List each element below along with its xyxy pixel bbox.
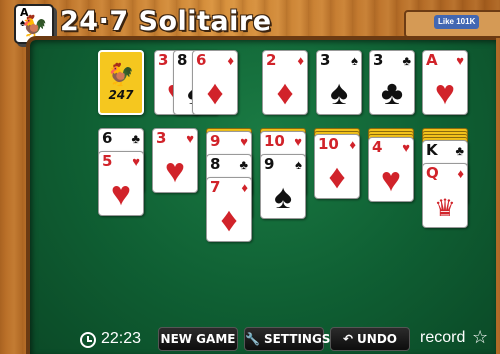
facebook-like-button[interactable]: Like 101K bbox=[434, 15, 480, 29]
card-suit-icon: ♠ bbox=[295, 157, 302, 172]
undo-label: UNDO bbox=[357, 332, 397, 346]
card-rank: 10 bbox=[264, 132, 285, 150]
card-center-suit-icon: ♠ bbox=[329, 74, 349, 112]
stock-logo-text: 247 bbox=[108, 88, 134, 102]
card-suit-icon: ♥ bbox=[240, 134, 248, 149]
card-center-suit-icon: ♥ bbox=[434, 74, 456, 112]
wrench-icon: 🔧 bbox=[245, 332, 260, 346]
tableau-card[interactable]: 3 ♥ ♥ bbox=[152, 128, 198, 193]
card-rank: 6 bbox=[102, 129, 113, 147]
card-rank: 4 bbox=[372, 138, 383, 156]
tableau-card[interactable]: 7 ♦ ♦ bbox=[206, 177, 252, 242]
card-suit-icon: ♦ bbox=[297, 53, 304, 68]
card-rank: 10 bbox=[318, 135, 339, 153]
card-rank: 8 bbox=[210, 155, 221, 173]
card-rank: 3 bbox=[373, 51, 384, 69]
card-suit-icon: ♥ bbox=[186, 131, 194, 146]
card-center-suit-icon: ♦ bbox=[220, 201, 238, 239]
card-rank: 8 bbox=[177, 51, 188, 69]
card-center-suit-icon: ♥ bbox=[380, 161, 402, 199]
card-rank: 6 bbox=[196, 51, 207, 69]
card-suit-icon: ♠ bbox=[351, 53, 358, 68]
card-rank: 3 bbox=[156, 129, 167, 147]
card-suit-icon: ♣ bbox=[455, 143, 464, 158]
card-center-suit-icon: ♦ bbox=[328, 158, 346, 196]
game-timer: 22:23 bbox=[101, 330, 142, 347]
card-suit-icon: ♦ bbox=[241, 180, 248, 195]
foundation-card[interactable]: A ♥ ♥ bbox=[422, 50, 468, 115]
foundation-card[interactable]: 3 ♣ ♣ bbox=[369, 50, 415, 115]
card-rank: 7 bbox=[210, 178, 221, 196]
clock-icon bbox=[80, 332, 96, 348]
tableau-card[interactable]: 9 ♠ ♠ bbox=[260, 154, 306, 219]
card-center-suit-icon: ♦ bbox=[276, 74, 294, 112]
undo-arrow-icon: ↶ bbox=[342, 332, 354, 346]
card-center-suit-icon: ♣ bbox=[380, 74, 404, 112]
card-suit-icon: ♦ bbox=[457, 166, 464, 181]
new-game-label: NEW GAME bbox=[160, 332, 236, 346]
crown-icon: ♛ bbox=[434, 195, 456, 222]
card-suit-icon: ♥ bbox=[132, 154, 140, 169]
tableau-card[interactable]: 4 ♥ ♥ bbox=[368, 137, 414, 202]
card-rank: K bbox=[426, 141, 438, 159]
card-center-suit-icon: ♥ bbox=[164, 152, 186, 190]
card-suit-icon: ♣ bbox=[239, 157, 248, 172]
card-center-suit-icon: ♥ bbox=[110, 175, 132, 213]
site-title[interactable]: 24·7 Solitaire bbox=[60, 6, 272, 37]
card-rank: Q bbox=[426, 164, 439, 182]
card-suit-icon: ♥ bbox=[402, 140, 410, 155]
card-suit-icon: ♣ bbox=[131, 131, 140, 146]
card-suit-icon: ♥ bbox=[456, 53, 464, 68]
stock-pile[interactable]: 🐓 247 bbox=[98, 50, 144, 115]
card-center-suit-icon: ♠ bbox=[273, 178, 293, 216]
card-rank: 9 bbox=[210, 132, 221, 150]
card-suit-icon: ♦ bbox=[227, 53, 234, 68]
card-rank: 9 bbox=[264, 155, 275, 173]
card-suit-icon: ♣ bbox=[402, 53, 411, 68]
foundation-card[interactable]: 2 ♦ ♦ bbox=[262, 50, 308, 115]
waste-card[interactable]: 6 ♦ ♦ bbox=[192, 50, 238, 115]
settings-button[interactable]: 🔧 SETTINGS bbox=[244, 327, 330, 351]
tableau-card[interactable]: 10 ♦ ♦ bbox=[314, 134, 360, 199]
tableau-card[interactable]: 5 ♥ ♥ bbox=[98, 151, 144, 216]
record-link[interactable]: record bbox=[420, 329, 465, 347]
card-rank: A bbox=[426, 51, 438, 69]
card-rank: 3 bbox=[320, 51, 331, 69]
control-bar: 22:23 NEW GAME 🔧 SETTINGS ↶ UNDO record ☆ bbox=[0, 324, 500, 354]
tableau-card[interactable]: Q ♦ ♛ bbox=[422, 163, 468, 228]
star-outline-icon[interactable]: ☆ bbox=[472, 327, 488, 348]
foundation-card[interactable]: 3 ♠ ♠ bbox=[316, 50, 362, 115]
card-suit-icon: ♥ bbox=[294, 134, 302, 149]
card-rank: 5 bbox=[102, 152, 113, 170]
card-rank: 2 bbox=[266, 51, 277, 69]
card-rank: 3 bbox=[158, 51, 169, 69]
rooster-icon: 🐓 bbox=[107, 62, 135, 87]
card-center-suit-icon: ♦ bbox=[206, 74, 224, 112]
settings-label: SETTINGS bbox=[263, 332, 331, 346]
undo-button[interactable]: ↶ UNDO bbox=[330, 327, 410, 351]
card-suit-icon: ♦ bbox=[349, 137, 356, 152]
new-game-button[interactable]: NEW GAME bbox=[158, 327, 238, 351]
